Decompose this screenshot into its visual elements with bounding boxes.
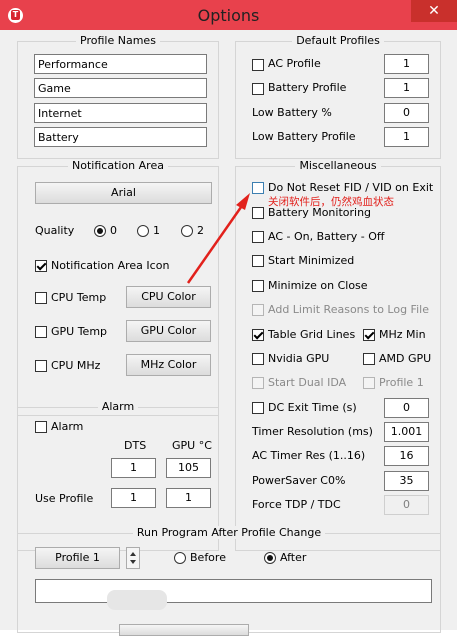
options-window: T Options ✕ Profile Names Performance Ga…	[0, 0, 457, 636]
annotation-arrow-icon	[186, 193, 250, 284]
